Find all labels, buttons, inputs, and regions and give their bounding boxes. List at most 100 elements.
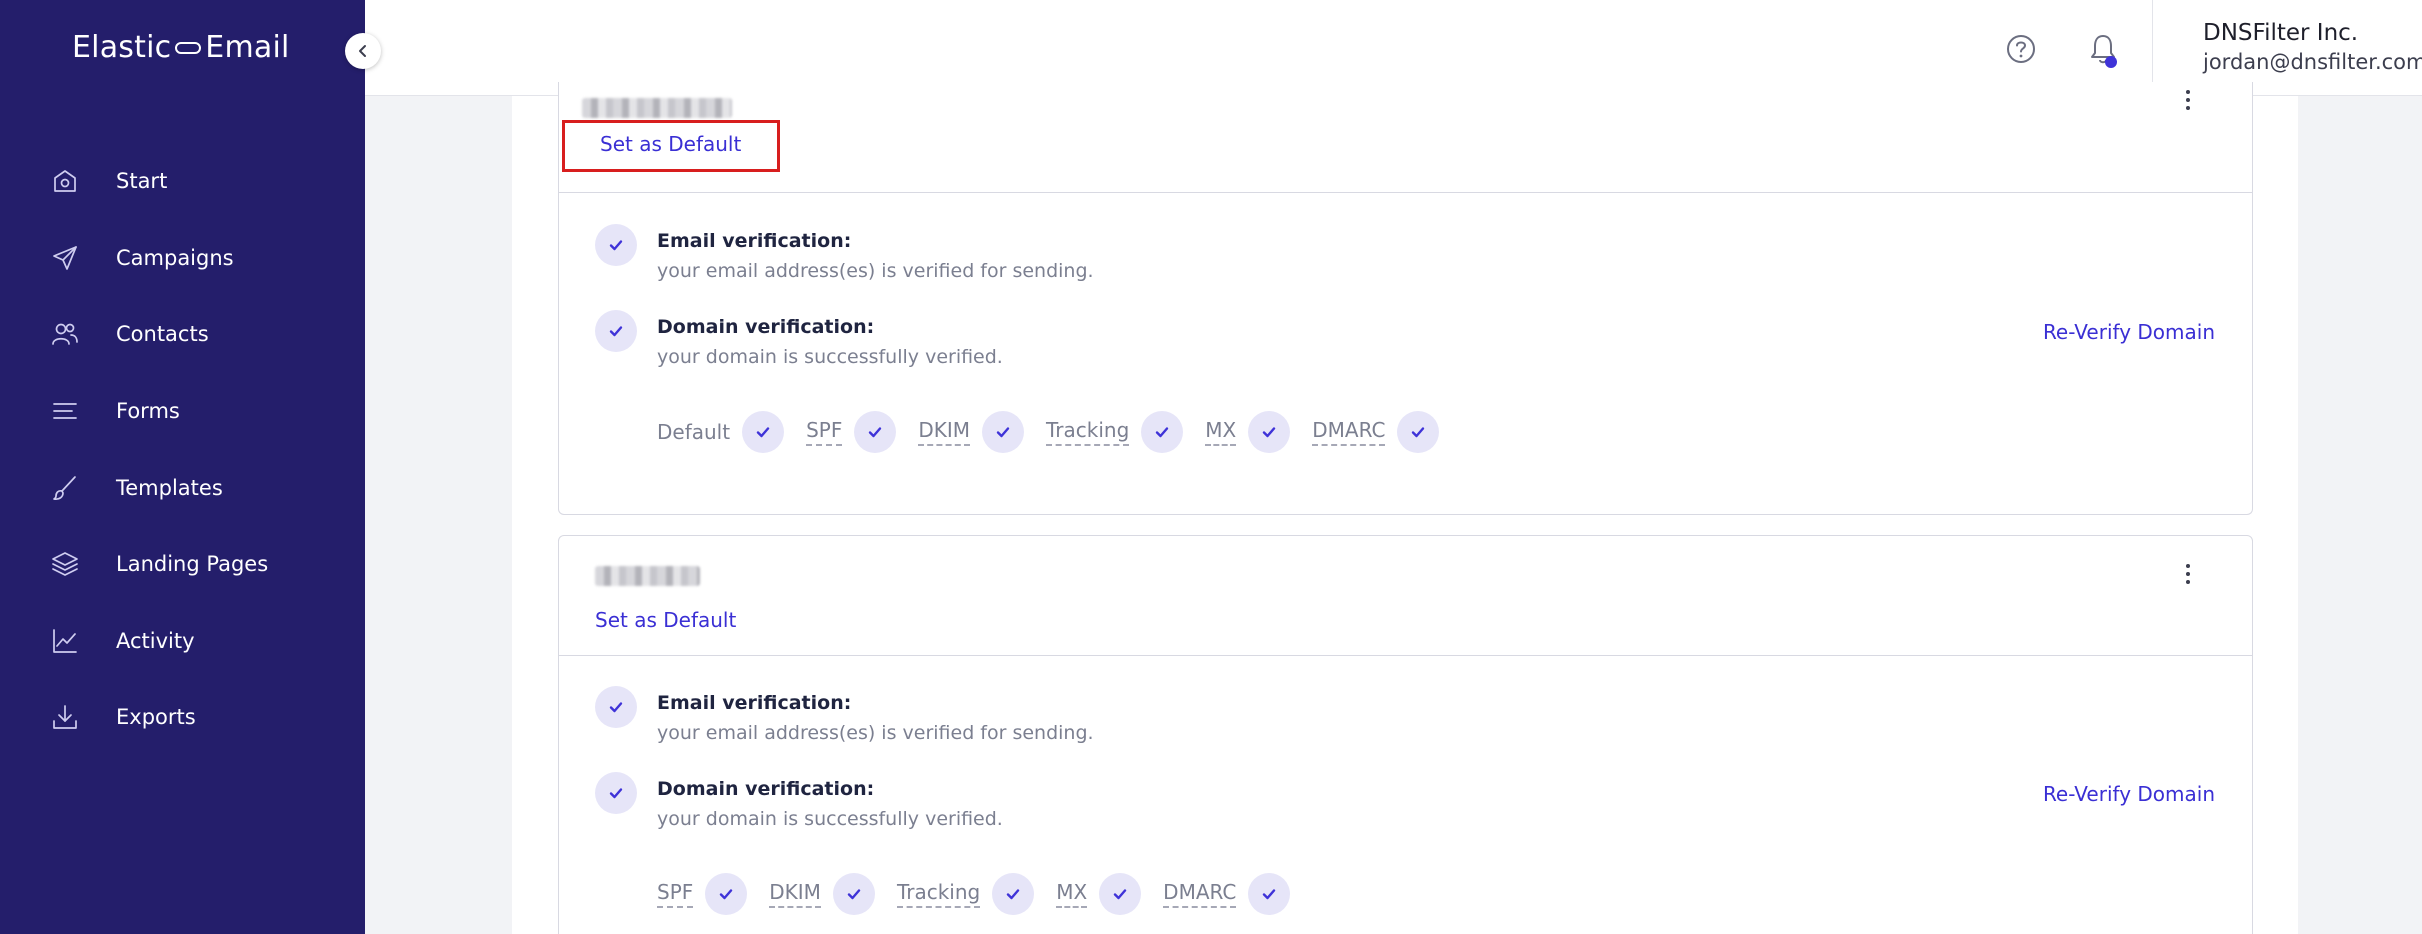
domain-name-redacted	[582, 98, 732, 118]
send-icon	[50, 243, 80, 273]
email-verification-text: your email address(es) is verified for s…	[657, 722, 1094, 744]
domain-name-redacted	[595, 566, 700, 586]
email-verification-title: Email verification:	[657, 692, 852, 714]
reverify-domain-link[interactable]: Re-Verify Domain	[2043, 320, 2215, 344]
check-icon	[1248, 411, 1291, 453]
record-dmarc[interactable]: DMARC	[1163, 873, 1291, 915]
record-spf[interactable]: SPF	[806, 411, 897, 453]
domain-verification-text: your domain is successfully verified.	[657, 808, 1003, 830]
check-icon	[854, 411, 897, 453]
record-spf[interactable]: SPF	[657, 873, 748, 915]
record-tracking[interactable]: Tracking	[896, 873, 1035, 915]
check-icon	[1141, 411, 1184, 453]
record-label: Tracking	[1046, 418, 1130, 446]
logo-link-icon	[175, 41, 202, 54]
record-dmarc[interactable]: DMARC	[1312, 411, 1440, 453]
logo-text-right: Email	[205, 30, 290, 65]
more-options-icon[interactable]	[2180, 562, 2196, 586]
record-label: Tracking	[896, 880, 981, 908]
check-icon	[1099, 873, 1142, 915]
sidebar-item-label: Forms	[116, 399, 180, 424]
check-icon	[1397, 411, 1440, 453]
set-as-default-link[interactable]: Set as Default	[600, 132, 741, 156]
org-name: DNSFilter Inc.	[2203, 20, 2359, 46]
chart-icon	[50, 626, 80, 656]
sidebar-item-exports[interactable]: Exports	[0, 679, 365, 756]
record-mx[interactable]: MX	[1056, 873, 1142, 915]
domain-card: Set as Default Email verification: your …	[558, 82, 2253, 515]
check-icon	[705, 873, 748, 915]
elastic-email-logo[interactable]: Elastic Email	[72, 30, 290, 65]
sidebar-item-label: Campaigns	[116, 245, 234, 270]
record-label: SPF	[806, 418, 843, 446]
domain-card: Set as Default Email verification: your …	[558, 535, 2253, 934]
record-mx[interactable]: MX	[1205, 411, 1291, 453]
sidebar-item-label: Landing Pages	[116, 552, 269, 577]
record-label: MX	[1205, 418, 1237, 446]
record-label: SPF	[657, 880, 694, 908]
sidebar-item-label: Contacts	[116, 322, 209, 347]
check-icon	[595, 224, 637, 266]
sidebar-item-campaigns[interactable]: Campaigns	[0, 220, 365, 297]
domain-card-header: Set as Default	[559, 82, 2252, 193]
dns-records: Default SPF DKIM Tracking MX DMARC	[657, 411, 1461, 453]
domain-card-header: Set as Default	[559, 536, 2252, 656]
sidebar-item-label: Templates	[116, 475, 223, 500]
email-verification-title: Email verification:	[657, 230, 852, 252]
sidebar-item-contacts[interactable]: Contacts	[0, 296, 365, 373]
help-icon[interactable]	[2005, 33, 2037, 65]
record-default: Default	[657, 411, 785, 453]
layers-icon	[50, 549, 80, 579]
notification-badge	[2105, 56, 2117, 68]
record-dkim[interactable]: DKIM	[769, 873, 875, 915]
home-icon	[50, 166, 80, 196]
check-icon	[982, 411, 1025, 453]
chevron-left-icon	[359, 45, 366, 57]
check-icon	[1248, 873, 1291, 915]
check-icon	[595, 772, 637, 814]
domain-verification-text: your domain is successfully verified.	[657, 346, 1003, 368]
record-label: DMARC	[1312, 418, 1386, 446]
email-verification-row: Email verification: your email address(e…	[595, 686, 2215, 744]
sidebar-item-label: Activity	[116, 628, 195, 653]
dns-records: SPF DKIM Tracking MX DMARC	[657, 873, 1312, 915]
sidebar-item-start[interactable]: Start	[0, 143, 365, 220]
record-dkim[interactable]: DKIM	[918, 411, 1025, 453]
domain-verification-row: Domain verification: your domain is succ…	[595, 310, 2215, 368]
reverify-domain-link[interactable]: Re-Verify Domain	[2043, 782, 2215, 806]
logo-text-left: Elastic	[72, 30, 172, 65]
domain-verification-row: Domain verification: your domain is succ…	[595, 772, 2215, 830]
sidebar: Elastic Email Start Campaigns Contacts F…	[0, 0, 365, 934]
user-email: jordan@dnsfilter.com	[2203, 50, 2422, 74]
account-menu[interactable]: DNSFilter Inc. jordan@dnsfilter.com	[2203, 20, 2422, 74]
email-verification-row: Email verification: your email address(e…	[595, 224, 2215, 282]
sidebar-item-label: Start	[116, 169, 168, 194]
more-options-icon[interactable]	[2180, 88, 2196, 112]
lines-icon	[50, 396, 80, 426]
domain-verification-title: Domain verification:	[657, 778, 875, 800]
users-icon	[50, 319, 80, 349]
sidebar-item-forms[interactable]: Forms	[0, 373, 365, 450]
record-label: DMARC	[1163, 880, 1237, 908]
sidebar-item-landing-pages[interactable]: Landing Pages	[0, 526, 365, 603]
check-icon	[832, 873, 875, 915]
email-verification-text: your email address(es) is verified for s…	[657, 260, 1094, 282]
check-icon	[595, 686, 637, 728]
check-icon	[992, 873, 1035, 915]
sidebar-item-activity[interactable]: Activity	[0, 603, 365, 680]
record-label: MX	[1056, 880, 1088, 908]
record-label: Default	[657, 420, 731, 444]
sidebar-item-label: Exports	[116, 705, 196, 730]
check-icon	[595, 310, 637, 352]
domain-verification-title: Domain verification:	[657, 316, 875, 338]
sidebar-item-templates[interactable]: Templates	[0, 449, 365, 526]
sidebar-nav: Start Campaigns Contacts Forms Templates	[0, 143, 365, 756]
record-label: DKIM	[769, 880, 821, 908]
brush-icon	[50, 473, 80, 503]
collapse-sidebar-button[interactable]	[345, 33, 381, 69]
record-label: DKIM	[918, 418, 971, 446]
check-icon	[742, 411, 785, 453]
set-as-default-link[interactable]: Set as Default	[595, 608, 736, 632]
record-tracking[interactable]: Tracking	[1046, 411, 1184, 453]
download-icon	[50, 702, 80, 732]
